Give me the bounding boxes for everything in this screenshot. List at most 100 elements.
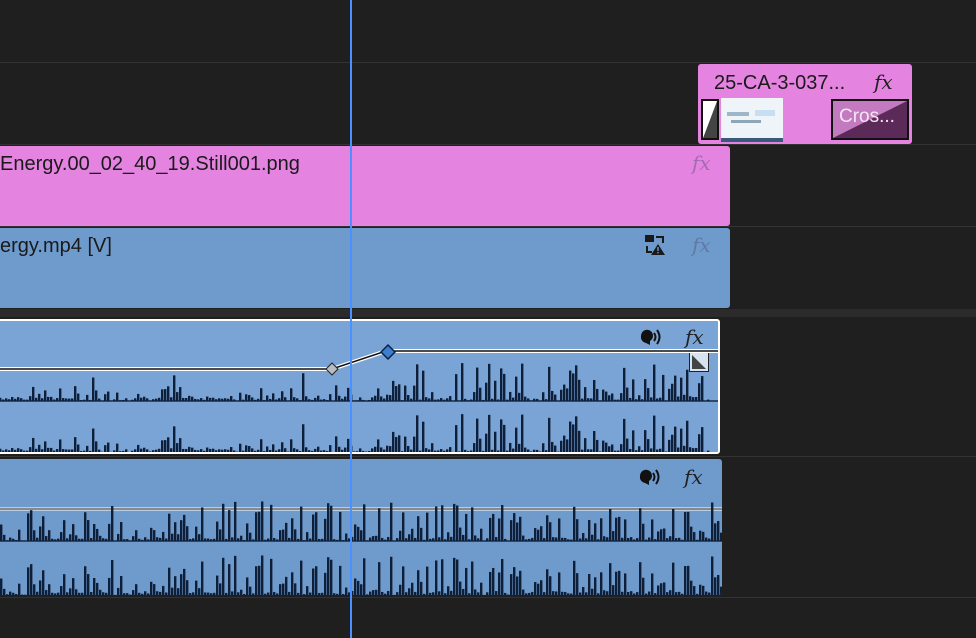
waveform-bar	[653, 415, 656, 452]
waveform-bar	[563, 435, 566, 452]
waveform-bar	[8, 450, 11, 452]
waveform-bar	[119, 400, 122, 401]
waveform-bar	[342, 594, 345, 595]
waveform-bar	[398, 384, 401, 401]
waveform-bar	[51, 592, 54, 595]
waveform-bar	[126, 593, 129, 595]
waveform-bar	[284, 448, 287, 452]
waveform-bar	[267, 592, 270, 595]
playhead[interactable]	[350, 0, 352, 638]
waveform-bar	[476, 418, 479, 452]
waveform-bar	[437, 450, 440, 452]
waveform-bar	[36, 591, 39, 595]
waveform-bar	[56, 449, 59, 452]
waveform-bar	[440, 449, 443, 452]
waveform-bar	[552, 591, 555, 595]
waveform-bar	[258, 565, 261, 595]
waveform-bar	[672, 562, 675, 595]
waveform-bar	[671, 434, 674, 452]
waveform-bar	[603, 590, 606, 595]
waveform-bar	[176, 443, 179, 452]
waveform-bar	[32, 386, 35, 401]
waveform-bar	[125, 398, 128, 401]
waveform-bar	[255, 566, 258, 595]
waveform-bar	[596, 439, 599, 452]
waveform-bar	[186, 526, 189, 541]
waveform-bar	[617, 399, 620, 401]
cross-dissolve-transition[interactable]: Cros...	[831, 99, 909, 140]
waveform-bar	[353, 451, 356, 452]
waveform-bar	[131, 450, 134, 452]
waveform-bar	[488, 414, 491, 452]
waveform-bar	[506, 399, 509, 401]
waveform-bar	[75, 589, 78, 595]
waveform-bar	[624, 573, 627, 595]
waveform-bar	[596, 388, 599, 401]
waveform-bar	[441, 559, 444, 595]
waveform-bar	[447, 532, 450, 541]
waveform-bar	[509, 442, 512, 452]
waveform-bar	[648, 591, 651, 595]
waveform-bar	[542, 392, 545, 401]
fx-icon[interactable]: fx	[874, 70, 893, 94]
waveform-bar	[62, 398, 65, 401]
waveform-bar	[417, 516, 420, 541]
waveform-bar	[482, 450, 485, 452]
transition-in-handle[interactable]	[701, 99, 719, 140]
waveform-bar	[309, 592, 312, 595]
waveform-bar	[711, 556, 714, 595]
waveform-bar	[314, 448, 317, 452]
waveform-bar	[602, 389, 605, 401]
waveform-bar	[488, 363, 491, 401]
waveform-bar	[477, 538, 480, 541]
waveform-bar	[59, 388, 62, 401]
waveform-bar	[467, 451, 470, 452]
waveform-bar	[60, 532, 63, 541]
waveform-bar	[246, 577, 249, 595]
audio-clip[interactable]: fx	[0, 459, 722, 595]
waveform-bar	[410, 398, 413, 401]
audio-waveform	[0, 343, 718, 452]
waveform-bar	[510, 520, 513, 541]
waveform-bar	[518, 443, 521, 452]
waveform-bar	[533, 449, 536, 452]
fx-icon[interactable]: fx	[692, 233, 711, 257]
waveform-bar	[645, 593, 648, 595]
waveform-bar	[369, 591, 372, 595]
waveform-bar	[174, 576, 177, 595]
waveform-bar	[57, 592, 60, 595]
video-clip[interactable]: ergy.mp4 [V] fx	[0, 228, 730, 308]
waveform-bar	[521, 414, 524, 452]
waveform-bar	[471, 561, 474, 595]
waveform-bar	[50, 396, 53, 401]
waveform-bar	[62, 449, 65, 452]
waveform-bar	[92, 377, 95, 401]
replace-warning-icon[interactable]	[644, 234, 666, 256]
fx-icon[interactable]: fx	[692, 151, 711, 175]
top-video-clip[interactable]: 25-CA-3-037... fx Cros...	[698, 64, 912, 144]
waveform-bar	[218, 449, 221, 452]
waveform-bar	[39, 580, 42, 595]
waveform-bar	[395, 437, 398, 452]
waveform-bar	[98, 449, 101, 452]
waveform-bar	[578, 379, 581, 401]
waveform-bar	[108, 523, 111, 541]
waveform-bar	[677, 396, 680, 401]
waveform-bar	[54, 539, 57, 541]
waveform-bar	[371, 448, 374, 452]
still-image-clip[interactable]: Energy.00_02_40_19.Still001.png fx	[0, 146, 730, 226]
waveform-bar	[255, 512, 258, 541]
waveform-bar	[575, 365, 578, 401]
waveform-bar	[192, 538, 195, 541]
waveform-bar	[588, 573, 591, 595]
waveform-bar	[381, 537, 384, 541]
waveform-bar	[572, 424, 575, 452]
waveform-bar	[558, 518, 561, 541]
waveform-bar	[99, 589, 102, 595]
waveform-bar	[188, 446, 191, 452]
waveform-bar	[705, 537, 708, 541]
waveform-bar	[362, 399, 365, 401]
audio-clip-selected[interactable]: fx	[0, 319, 720, 454]
waveform-bar	[11, 396, 14, 401]
waveform-bar	[299, 451, 302, 452]
